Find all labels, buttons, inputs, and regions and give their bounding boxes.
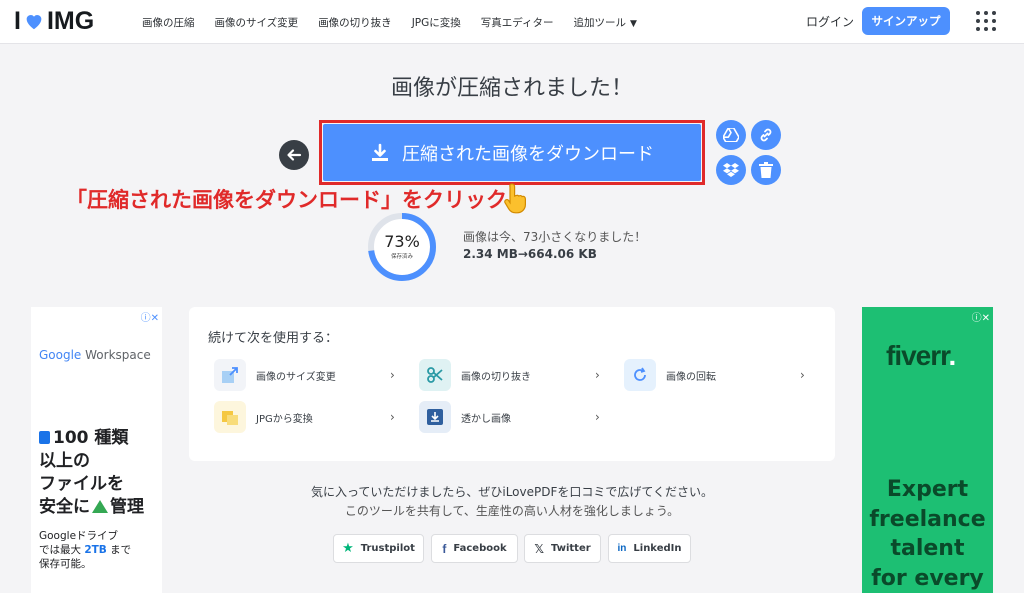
nav-convert-to-jpg[interactable]: JPGに変換 — [412, 15, 461, 30]
download-button-label: 圧縮された画像をダウンロード — [402, 143, 654, 165]
arrow-left-icon — [287, 149, 302, 161]
signup-button[interactable]: サインアップ — [862, 7, 950, 35]
tool-label: 画像のサイズ変更 — [256, 371, 336, 383]
link-icon — [760, 128, 772, 142]
tool-watermark-image[interactable]: 透かし画像 › — [419, 400, 604, 434]
logo-text-img: IMG — [46, 6, 95, 35]
chevron-right-icon: › — [800, 368, 805, 382]
back-button[interactable] — [279, 140, 309, 170]
fiverr-line-4: for every — [871, 565, 984, 591]
copy-link-button[interactable] — [751, 120, 781, 150]
linkedin-icon: in — [617, 543, 627, 554]
nav-more-tools[interactable]: 追加ツール ▼ — [574, 15, 637, 30]
ad-body-line-3: 保存可能。 — [39, 558, 92, 570]
ad-body-line-1: Googleドライブ — [39, 530, 119, 542]
click-instruction-annotation: 「圧縮された画像をダウンロード」をクリック — [66, 188, 507, 212]
chevron-right-icon: › — [390, 410, 395, 424]
dropbox-icon — [723, 162, 739, 177]
resize-icon — [214, 359, 246, 391]
tool-label: 画像の回転 — [666, 371, 716, 383]
continue-tools-card: 続けて次を使用する： 画像のサイズ変更 › 画像の切り抜き › 画像の回転 › … — [189, 307, 835, 461]
google-wordmark: Google — [39, 348, 82, 362]
fiverr-wordmark: fiverr — [886, 340, 949, 371]
nav-crop-image[interactable]: 画像の切り抜き — [318, 15, 392, 30]
savings-percent-caption: 保存済み — [390, 254, 413, 260]
caret-down-icon: ▼ — [630, 18, 637, 29]
fiverr-line-3: talent — [890, 536, 965, 561]
download-compressed-image-button[interactable]: 圧縮された画像をダウンロード — [323, 124, 701, 181]
result-file-size: 2.34 MB→664.06 KB — [463, 247, 597, 261]
trash-icon — [759, 162, 773, 178]
google-workspace-brand: Google Workspace — [39, 348, 151, 362]
tool-rotate-image[interactable]: 画像の回転 › — [624, 358, 809, 392]
tool-label: 透かし画像 — [461, 413, 511, 425]
trustpilot-label: Trustpilot — [360, 543, 415, 554]
ad-headline-line-1: 100 種類 — [53, 428, 129, 448]
share-trustpilot-button[interactable]: ★ Trustpilot — [333, 534, 424, 563]
scissors-icon — [419, 359, 451, 391]
continue-title: 続けて次を使用する： — [208, 331, 339, 346]
share-linkedin-button[interactable]: in LinkedIn — [608, 534, 691, 563]
facebook-label: Facebook — [453, 543, 507, 554]
twitter-label: Twitter — [551, 543, 591, 554]
google-workspace-ad[interactable]: ⓘ✕ Google Workspace 100 種類 以上の ファイルを 安全に… — [31, 307, 162, 593]
pointing-hand-icon — [504, 183, 526, 214]
share-facebook-button[interactable]: f Facebook — [431, 534, 518, 563]
nav-compress-image[interactable]: 画像の圧縮 — [142, 15, 195, 30]
convert-from-jpg-icon — [214, 401, 246, 433]
nav-more-tools-label: 追加ツール — [573, 16, 627, 29]
ad-close-icons[interactable]: ⓘ✕ — [141, 309, 159, 324]
chevron-right-icon: › — [595, 410, 600, 424]
nav-resize-image[interactable]: 画像のサイズ変更 — [215, 15, 299, 30]
share-twitter-button[interactable]: 𝕏 Twitter — [524, 534, 601, 563]
chevron-right-icon: › — [390, 368, 395, 382]
tool-resize-image[interactable]: 画像のサイズ変更 › — [214, 358, 399, 392]
fiverr-logo: fiverr. — [886, 340, 957, 372]
google-drive-button[interactable] — [716, 120, 746, 150]
x-icon: 𝕏 — [534, 541, 544, 556]
result-message: 画像は今、73小さくなりました！ — [463, 230, 647, 244]
ad-body-line-2a: では最大 — [39, 544, 85, 556]
lock-icon — [39, 431, 50, 444]
ad-close-icons[interactable]: ⓘ✕ — [972, 309, 990, 324]
star-icon: ★ — [342, 541, 354, 556]
tool-label: JPGから変換 — [256, 413, 313, 425]
apps-grid-icon[interactable] — [976, 11, 996, 31]
logo-letter-i: I — [14, 6, 21, 35]
page-title: 画像が圧縮されました！ — [390, 76, 633, 101]
top-header: I IMG 画像の圧縮 画像のサイズ変更 画像の切り抜き JPGに変換 写真エデ… — [0, 0, 1024, 44]
ad-body: Googleドライブ では最大 2TB まで 保存可能。 — [39, 529, 159, 571]
linkedin-label: LinkedIn — [633, 543, 682, 554]
heart-icon — [26, 15, 42, 30]
dropbox-button[interactable] — [716, 155, 746, 185]
tool-label: 画像の切り抜き — [461, 371, 531, 383]
facebook-icon: f — [442, 541, 447, 556]
ad-body-line-2c: まで — [106, 544, 132, 556]
ilovimg-logo[interactable]: I IMG — [14, 6, 95, 35]
tool-convert-from-jpg[interactable]: JPGから変換 › — [214, 400, 399, 434]
savings-percent: 73% — [384, 232, 420, 251]
login-link[interactable]: ログイン — [806, 13, 854, 30]
fiverr-ad[interactable]: ⓘ✕ fiverr. Expert freelance talent for e… — [862, 307, 993, 593]
main-nav: 画像の圧縮 画像のサイズ変更 画像の切り抜き JPGに変換 写真エディター 追加… — [142, 0, 657, 44]
delete-button[interactable] — [751, 155, 781, 185]
download-icon — [372, 143, 388, 161]
tool-crop-image[interactable]: 画像の切り抜き › — [419, 358, 604, 392]
rotate-icon — [624, 359, 656, 391]
watermark-icon — [419, 401, 451, 433]
google-drive-icon — [723, 128, 739, 142]
ad-body-storage: 2TB — [84, 544, 107, 556]
ad-headline-line-2: 以上の — [39, 451, 90, 471]
nav-photo-editor[interactable]: 写真エディター — [481, 15, 554, 30]
fiverr-dot: . — [948, 340, 957, 371]
share-submessage: このツールを共有して、生産性の高い人材を強化しましょう。 — [344, 504, 680, 518]
chevron-right-icon: › — [595, 368, 600, 382]
share-message: 気に入っていただけましたら、ぜひiLovePDFを口コミで広げてください。 — [310, 485, 714, 499]
workspace-wordmark: Workspace — [81, 348, 151, 362]
